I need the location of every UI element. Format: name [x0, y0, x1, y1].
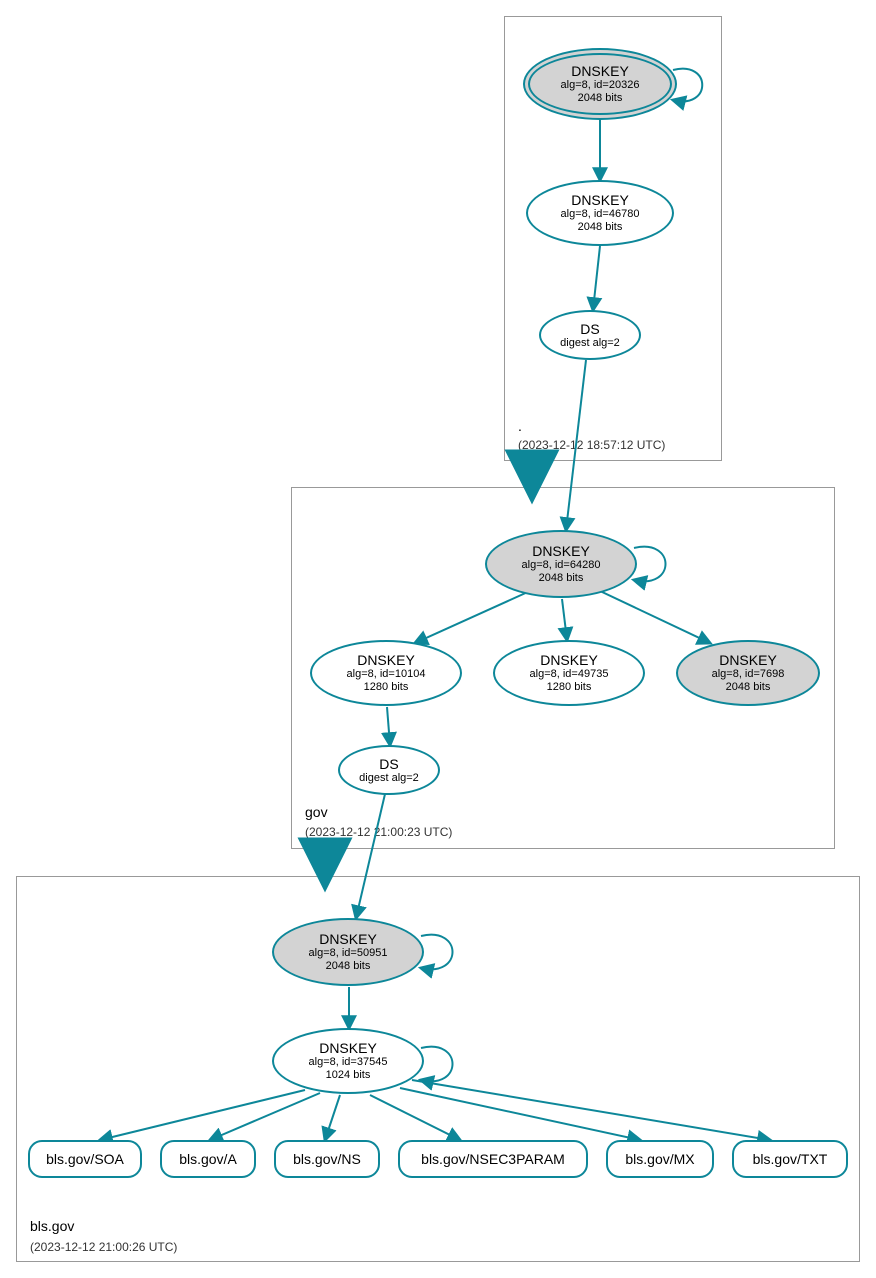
node-sub1: alg=8, id=64280: [487, 559, 635, 572]
zone-root-ts: (2023-12-12 18:57:12 UTC): [518, 438, 665, 452]
zone-gov-ts: (2023-12-12 21:00:23 UTC): [305, 825, 452, 839]
node-sub2: 2048 bits: [678, 681, 818, 694]
rr-soa-node: bls.gov/SOA: [28, 1140, 142, 1178]
zone-bls-label: bls.gov: [30, 1218, 74, 1234]
gov-zsk2-node: DNSKEY alg=8, id=49735 1280 bits: [493, 640, 645, 706]
node-title: DS: [541, 321, 639, 337]
node-sub1: alg=8, id=49735: [495, 668, 643, 681]
rr-mx-node: bls.gov/MX: [606, 1140, 714, 1178]
zone-bls-box: [16, 876, 860, 1262]
root-ds-node: DS digest alg=2: [539, 310, 641, 360]
node-sub1: alg=8, id=10104: [312, 668, 460, 681]
node-title: DNSKEY: [487, 543, 635, 559]
node-title: DS: [340, 756, 438, 772]
node-sub1: alg=8, id=50951: [274, 947, 422, 960]
node-sub1: alg=8, id=37545: [274, 1056, 422, 1069]
node-title: DNSKEY: [525, 63, 675, 79]
node-sub2: 1280 bits: [312, 681, 460, 694]
node-sub1: alg=8, id=46780: [528, 208, 672, 221]
node-sub2: 2048 bits: [487, 572, 635, 585]
gov-ksk-node: DNSKEY alg=8, id=64280 2048 bits: [485, 530, 637, 598]
node-title: DNSKEY: [274, 1040, 422, 1056]
node-sub2: 2048 bits: [274, 960, 422, 973]
node-title: DNSKEY: [274, 931, 422, 947]
rr-a-node: bls.gov/A: [160, 1140, 256, 1178]
bls-zsk-node: DNSKEY alg=8, id=37545 1024 bits: [272, 1028, 424, 1094]
node-title: DNSKEY: [495, 652, 643, 668]
node-title: DNSKEY: [528, 192, 672, 208]
node-sub1: alg=8, id=7698: [678, 668, 818, 681]
gov-ds-node: DS digest alg=2: [338, 745, 440, 795]
node-sub1: alg=8, id=20326: [525, 79, 675, 92]
zone-bls-ts: (2023-12-12 21:00:26 UTC): [30, 1240, 177, 1254]
zone-root-label: .: [518, 418, 522, 434]
gov-zsk1-node: DNSKEY alg=8, id=10104 1280 bits: [310, 640, 462, 706]
node-sub2: 1280 bits: [495, 681, 643, 694]
bls-ksk-node: DNSKEY alg=8, id=50951 2048 bits: [272, 918, 424, 986]
rr-ns-node: bls.gov/NS: [274, 1140, 380, 1178]
root-zsk-node: DNSKEY alg=8, id=46780 2048 bits: [526, 180, 674, 246]
node-title: DNSKEY: [678, 652, 818, 668]
root-ksk-node: DNSKEY alg=8, id=20326 2048 bits: [523, 48, 677, 120]
gov-ksk2-node: DNSKEY alg=8, id=7698 2048 bits: [676, 640, 820, 706]
rr-nsec3-node: bls.gov/NSEC3PARAM: [398, 1140, 588, 1178]
node-sub1: digest alg=2: [340, 772, 438, 785]
zone-gov-label: gov: [305, 804, 328, 820]
node-sub2: 2048 bits: [525, 92, 675, 105]
node-sub2: 2048 bits: [528, 221, 672, 234]
node-sub1: digest alg=2: [541, 337, 639, 350]
node-title: DNSKEY: [312, 652, 460, 668]
rr-txt-node: bls.gov/TXT: [732, 1140, 848, 1178]
node-sub2: 1024 bits: [274, 1069, 422, 1082]
